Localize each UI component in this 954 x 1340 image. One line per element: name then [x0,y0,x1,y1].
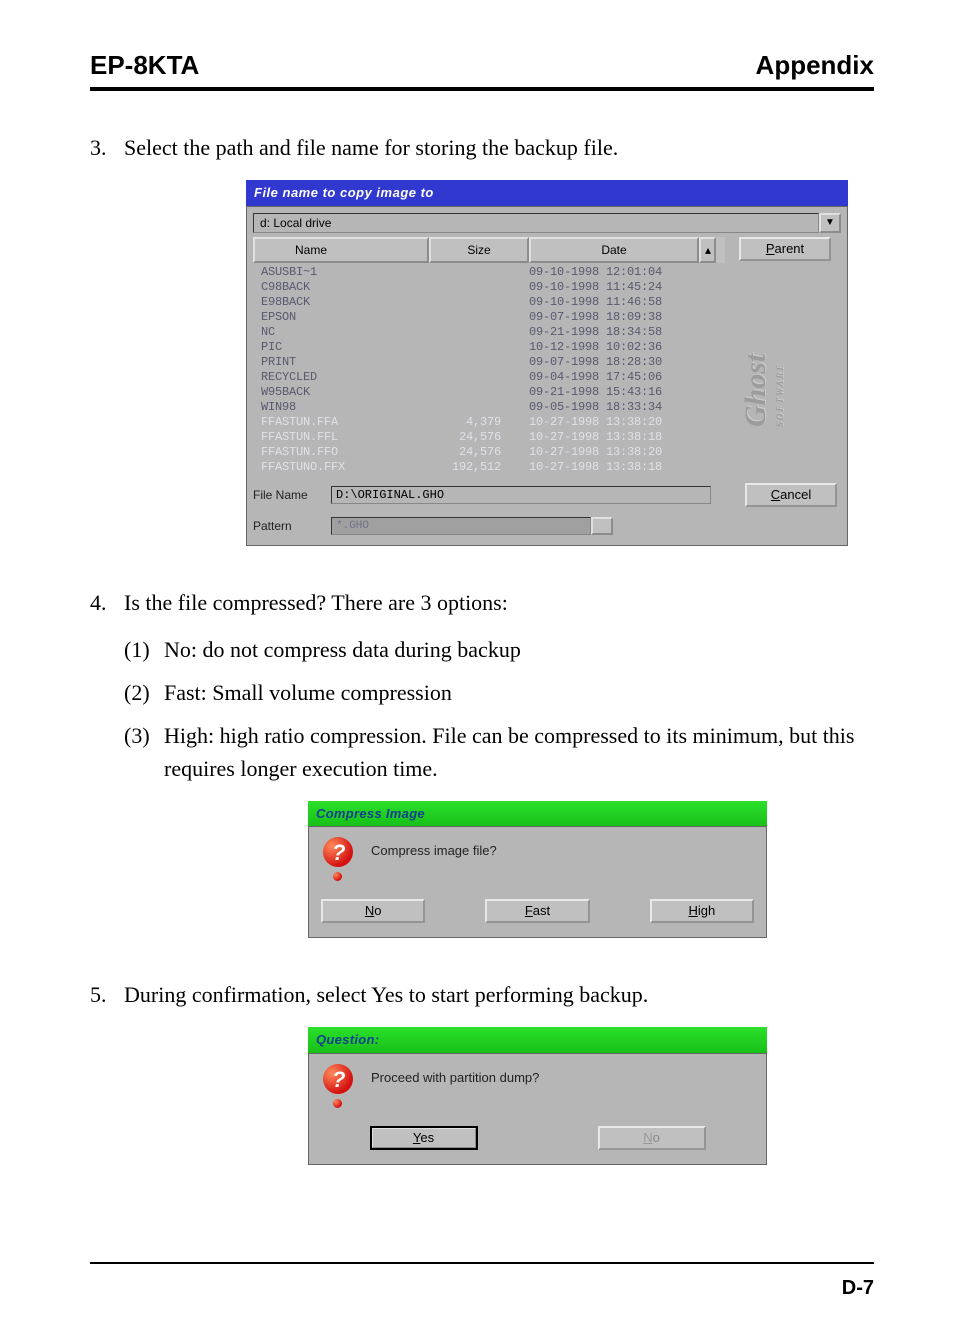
drive-dropdown-button[interactable]: ▼ [819,213,841,233]
compress-dialog-msg: Compress image file? [371,837,497,861]
file-row[interactable]: RECYCLED09-04-1998 17:45:06 [261,370,725,385]
file-row[interactable]: PIC10-12-1998 10:02:36 [261,340,725,355]
question-icon [321,1064,355,1108]
col-size[interactable]: Size [429,237,529,263]
step-5-text: During confirmation, select Yes to start… [124,978,648,1011]
file-row[interactable]: E98BACK09-10-1998 11:46:58 [261,295,725,310]
file-row[interactable]: FFASTUN.FFL24,57610-27-1998 13:38:18 [261,430,725,445]
file-row[interactable]: FFASTUN.FFO24,57610-27-1998 13:38:20 [261,445,725,460]
step-3: 3. Select the path and file name for sto… [90,131,874,164]
question-dialog: Question: Proceed with partition dump? Y… [308,1027,767,1165]
step-5: 5. During confirmation, select Yes to st… [90,978,874,1011]
col-date[interactable]: Date [529,237,699,263]
file-row[interactable]: PRINT09-07-1998 18:28:30 [261,355,725,370]
file-row[interactable]: NC09-21-1998 18:34:58 [261,325,725,340]
step-3-text: Select the path and file name for storin… [124,131,618,164]
compress-dialog: Compress Image Compress image file? NoNo… [308,801,767,939]
step-3-num: 3. [90,131,124,164]
step-5-num: 5. [90,978,124,1011]
no-button[interactable]: NoNo [321,899,425,923]
page-number: D-7 [842,1277,874,1300]
step-4-option: (2)Fast: Small volume compression [124,676,874,709]
scroll-up-button[interactable]: ▴ [699,237,716,263]
file-row[interactable]: ASUSBI~109-10-1998 12:01:04 [261,265,725,280]
file-list[interactable]: Name Size Date ▴ ASUSBI~109-10-1998 12:0… [253,237,725,477]
file-row[interactable]: FFASTUN.FFA4,37910-27-1998 13:38:20 [261,415,725,430]
question-dialog-title: Question: [308,1027,767,1053]
yes-button[interactable]: YesYes [370,1126,478,1150]
cancel-button[interactable]: CancelCancel [745,483,837,507]
footer-rule [90,1262,874,1264]
file-row[interactable]: EPSON09-07-1998 18:09:38 [261,310,725,325]
header-rule [90,87,874,91]
step-4-option: (1)No: do not compress data during backu… [124,633,874,666]
question-dialog-msg: Proceed with partition dump? [371,1064,539,1088]
page-header: EP-8KTA Appendix [90,50,874,87]
no-button[interactable]: NoNo [598,1126,706,1150]
pattern-dropdown-button[interactable] [591,517,613,535]
ghost-watermark: Ghost SOFTWARE [733,335,853,427]
compress-dialog-title: Compress Image [308,801,767,827]
file-list-header: Name Size Date ▴ [253,237,725,263]
filename-input[interactable] [331,486,711,504]
file-dialog: File name to copy image to ▼ Name Size D… [246,180,848,546]
question-icon [321,837,355,881]
drive-select[interactable] [253,213,819,233]
step-4-option: (3)High: high ratio compression. File ca… [124,719,874,785]
file-row[interactable]: C98BACK09-10-1998 11:45:24 [261,280,725,295]
file-row[interactable]: FFASTUNO.FFX192,51210-27-1998 13:38:18 [261,460,725,475]
file-row[interactable]: W95BACK09-21-1998 15:43:16 [261,385,725,400]
file-dialog-title: File name to copy image to [246,180,848,206]
fast-button[interactable]: FastFast [485,899,589,923]
step-4-text: Is the file compressed? There are 3 opti… [124,586,508,619]
header-left: EP-8KTA [90,50,199,81]
filename-label: File Name [253,486,331,504]
col-name[interactable]: Name [253,237,429,263]
parent-button[interactable]: PParentarent [739,237,831,261]
header-right: Appendix [756,50,874,81]
pattern-label: Pattern [253,517,331,535]
step-4-num: 4. [90,586,124,619]
step-4: 4. Is the file compressed? There are 3 o… [90,586,874,619]
file-row[interactable]: WIN9809-05-1998 18:33:34 [261,400,725,415]
high-button[interactable]: HighHigh [650,899,754,923]
pattern-input[interactable]: *.GHO [331,517,591,535]
